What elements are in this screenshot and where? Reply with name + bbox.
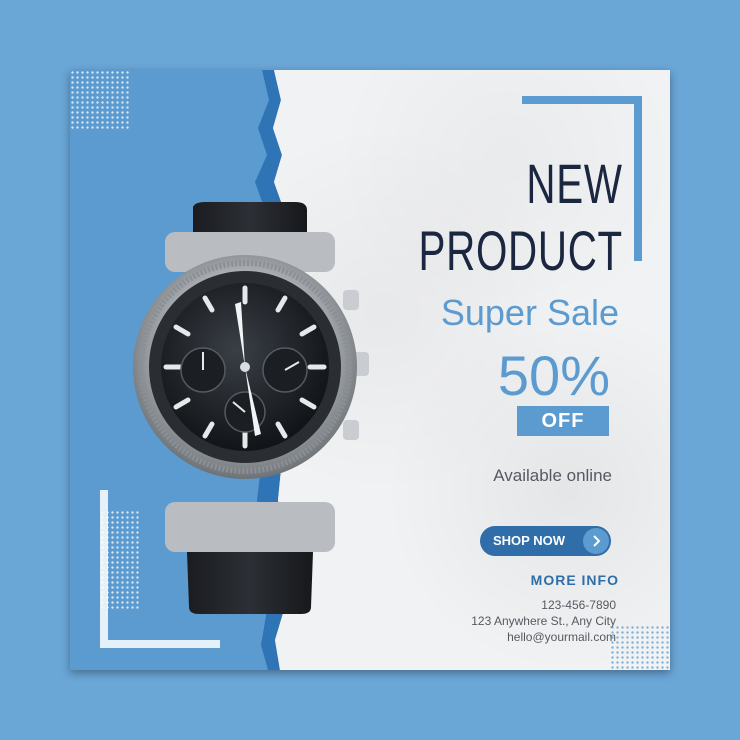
watch-image (133, 202, 369, 614)
discount-off-badge: OFF (517, 406, 609, 436)
chevron-right-icon (583, 528, 609, 554)
shop-now-button[interactable]: SHOP NOW (480, 526, 611, 556)
discount-percent: 50% (497, 344, 610, 407)
availability-text: Available online (493, 466, 612, 485)
sale-subheadline: Super Sale (440, 292, 619, 333)
contact-phone: 123-456-7890 (541, 598, 616, 612)
halftone-dots-top-left (70, 70, 130, 130)
headline-line-2: PRODUCT (418, 219, 623, 282)
contact-email: hello@yourmail.com (507, 630, 616, 644)
shop-now-label: SHOP NOW (493, 533, 565, 548)
halftone-dots-bottom-right (610, 625, 670, 670)
contact-address: 123 Anywhere St., Any City (471, 614, 616, 628)
more-info-link[interactable]: MORE INFO (531, 572, 619, 588)
promo-card: NEW PRODUCT Super Sale 50% OFF Available… (70, 70, 670, 670)
headline-line-1: NEW (526, 152, 623, 215)
